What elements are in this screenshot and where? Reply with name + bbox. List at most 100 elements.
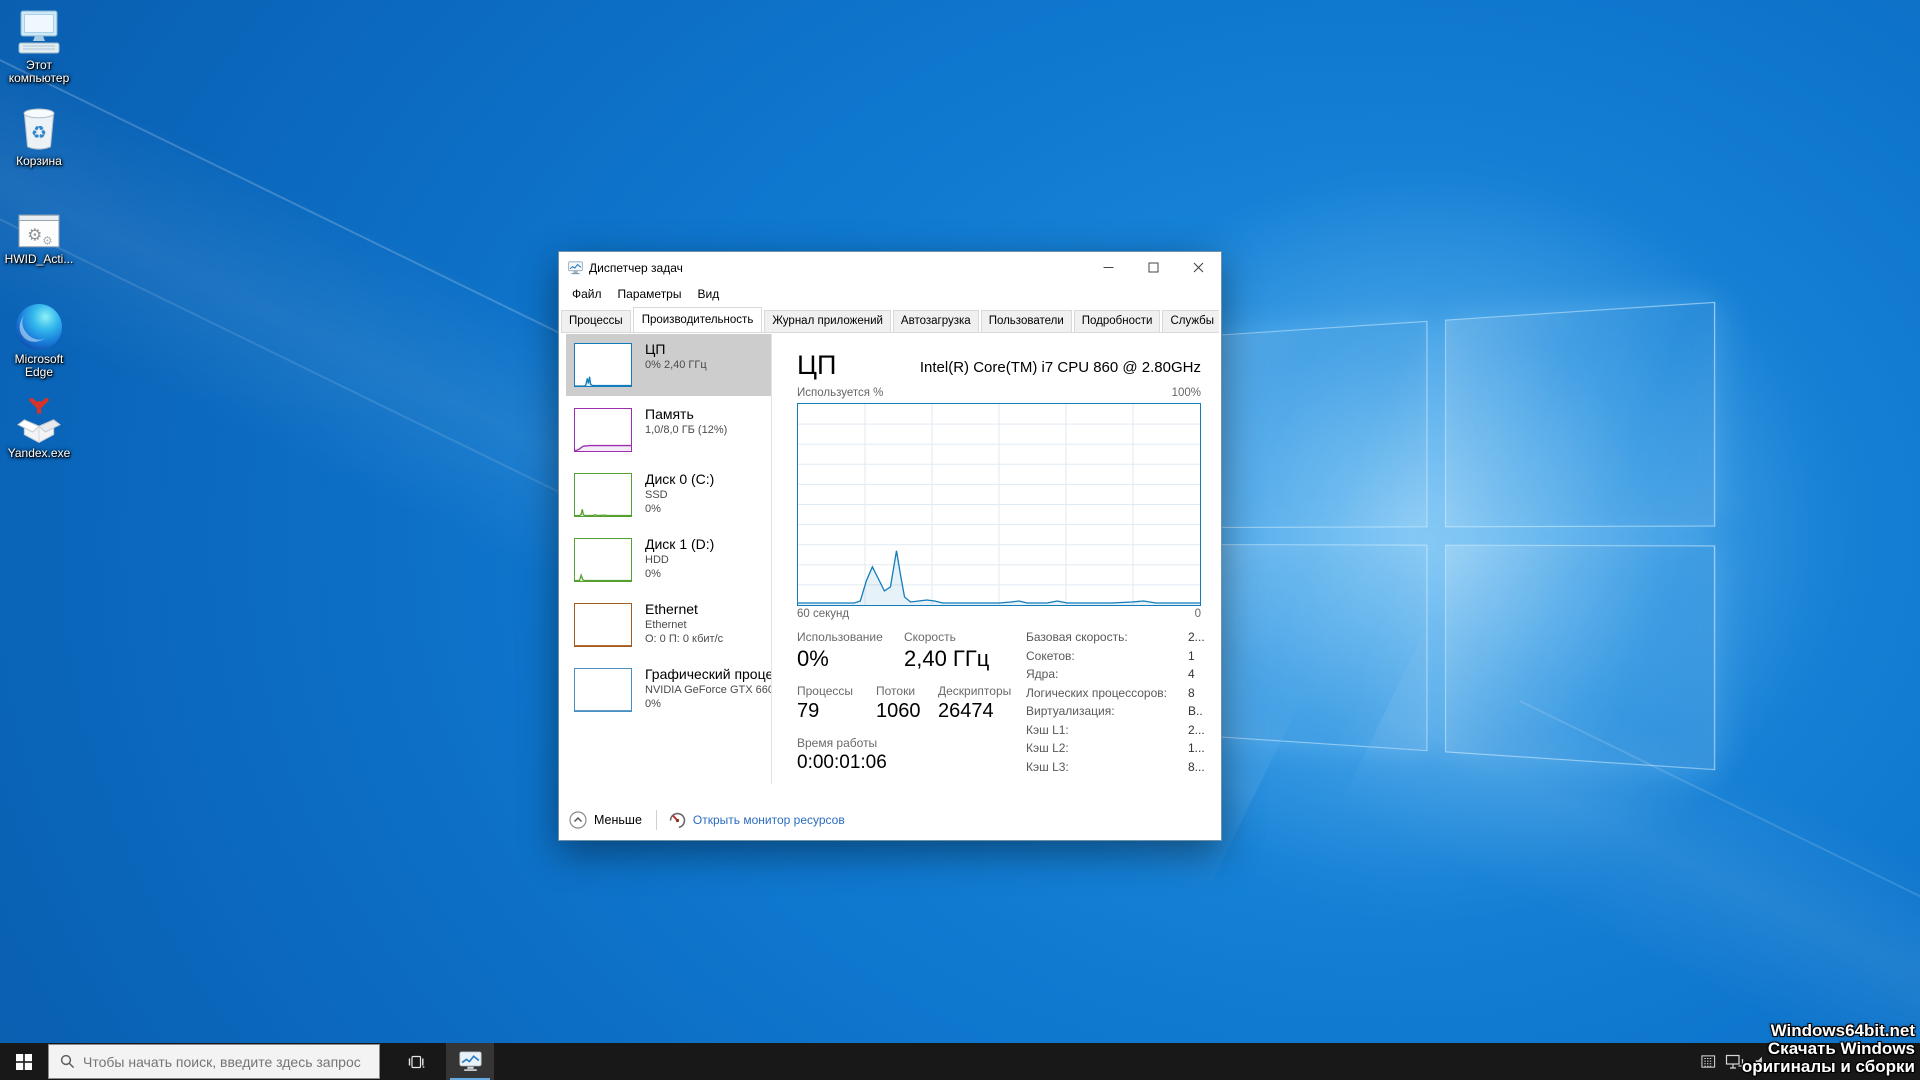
kv-value: 2... xyxy=(1188,630,1205,644)
stat-label: Скорость xyxy=(904,630,956,644)
stat-value-speed: 2,40 ГГц xyxy=(904,646,989,672)
sidebar-item-sub: 0% xyxy=(645,502,771,516)
sidebar-item-title: Ethernet xyxy=(645,601,771,618)
open-resource-monitor-link[interactable]: Открыть монитор ресурсов xyxy=(669,812,845,829)
kv-value: 8... xyxy=(1188,760,1205,774)
sidebar-item-title: Графический процессор xyxy=(645,666,771,683)
cpu-device-name: Intel(R) Core(TM) i7 CPU 860 @ 2.80GHz xyxy=(920,359,1201,376)
desktop-icon-label: Yandex.exe xyxy=(0,447,78,460)
windows-logo-pane xyxy=(1198,544,1428,751)
kv-row: Ядра: 4 xyxy=(1026,667,1201,685)
sidebar-item-title: Диск 1 (D:) xyxy=(645,536,771,553)
desktop-icon-yandex[interactable]: Yandex.exe xyxy=(0,398,78,460)
desktop-icon-edge[interactable]: Microsoft Edge xyxy=(0,304,78,379)
touch-keyboard-icon[interactable] xyxy=(1701,1054,1716,1069)
desktop-icon-label: Microsoft Edge xyxy=(0,353,78,379)
menu-file[interactable]: Файл xyxy=(564,285,610,303)
kv-label: Логических процессоров: xyxy=(1026,686,1167,700)
cpu-mini-chart xyxy=(574,343,632,387)
disk0-mini-chart xyxy=(574,473,632,517)
this-pc-icon xyxy=(0,10,78,56)
task-manager-window: Диспетчер задач Файл Параметры Вид Проце… xyxy=(558,251,1222,841)
kv-value: 4 xyxy=(1188,667,1195,681)
window-footer: Меньше Открыть монитор ресурсов xyxy=(559,802,1221,840)
maximize-button[interactable] xyxy=(1131,252,1176,283)
cpu-detail-pane: ЦП Intel(R) Core(TM) i7 CPU 860 @ 2.80GH… xyxy=(797,340,1201,788)
menu-options[interactable]: Параметры xyxy=(610,285,690,303)
yandex-box-icon xyxy=(0,398,78,444)
desktop-icon-this-pc[interactable]: Этот компьютер xyxy=(0,10,78,85)
windows-logo-pane xyxy=(1445,302,1715,528)
tab-app-history[interactable]: Журнал приложений xyxy=(764,310,891,332)
ethernet-mini-chart xyxy=(574,603,632,647)
kv-value: 2... xyxy=(1188,723,1205,737)
sidebar-item-title: Диск 0 (C:) xyxy=(645,471,771,488)
tab-startup[interactable]: Автозагрузка xyxy=(893,310,979,332)
close-button[interactable] xyxy=(1176,252,1221,283)
app-window-gears-icon: ⚙ ⚙ xyxy=(0,212,78,250)
kv-row: Кэш L1: 2... xyxy=(1026,723,1201,741)
kv-row: Кэш L3: 8... xyxy=(1026,760,1201,778)
kv-label: Виртуализация: xyxy=(1026,704,1115,718)
task-view-icon xyxy=(407,1054,425,1070)
sidebar-item-disk0[interactable]: Диск 0 (C:) SSD 0% xyxy=(566,464,771,526)
stat-label: Процессы xyxy=(797,684,853,698)
taskbar-search[interactable] xyxy=(48,1044,380,1079)
windows-logo xyxy=(1198,302,1715,770)
minimize-button[interactable] xyxy=(1086,252,1131,283)
desktop-icon-recycle-bin[interactable]: ♻ Корзина xyxy=(0,104,78,168)
tab-users[interactable]: Пользователи xyxy=(981,310,1072,332)
tab-performance[interactable]: Производительность xyxy=(633,307,763,333)
taskbar-task-manager-button[interactable] xyxy=(446,1043,494,1080)
sidebar-item-memory[interactable]: Память 1,0/8,0 ГБ (12%) xyxy=(566,399,771,461)
search-icon xyxy=(60,1054,75,1069)
sidebar-item-ethernet[interactable]: Ethernet Ethernet О: 0 П: 0 кбит/с xyxy=(566,594,771,656)
titlebar[interactable]: Диспетчер задач xyxy=(559,252,1221,283)
watermark-line: Скачать Windows xyxy=(1742,1040,1915,1058)
stat-value-processes: 79 xyxy=(797,700,819,723)
tab-services[interactable]: Службы xyxy=(1162,310,1219,332)
menu-view[interactable]: Вид xyxy=(689,285,727,303)
chevron-up-circle-icon xyxy=(569,811,587,829)
sidebar-item-gpu[interactable]: Графический процессор NVIDIA GeForce GTX… xyxy=(566,659,771,721)
task-view-button[interactable] xyxy=(392,1043,440,1080)
sidebar-item-sub: 0% 2,40 ГГц xyxy=(645,358,771,372)
stat-label: Время работы xyxy=(797,736,877,750)
sidebar-item-title: ЦП xyxy=(645,341,771,358)
desktop-icon-label: Этот компьютер xyxy=(0,59,78,85)
desktop-icon-hwid[interactable]: ⚙ ⚙ HWID_Acti... xyxy=(0,212,78,266)
stat-label: Дескрипторы xyxy=(938,684,1011,698)
stat-label: Потоки xyxy=(876,684,915,698)
kv-label: Ядра: xyxy=(1026,667,1058,681)
sidebar-item-sub: 0% xyxy=(645,567,771,581)
sidebar-item-disk1[interactable]: Диск 1 (D:) HDD 0% xyxy=(566,529,771,591)
disk1-mini-chart xyxy=(574,538,632,582)
chart-xlabel-left: 60 секунд xyxy=(797,608,849,620)
sidebar-item-sub: SSD xyxy=(645,488,771,502)
watermark-line: Windows64bit.net xyxy=(1742,1022,1915,1040)
search-input[interactable] xyxy=(83,1054,363,1070)
kv-label: Кэш L1: xyxy=(1026,723,1069,737)
sidebar-item-title: Память xyxy=(645,406,771,423)
desktop: Этот компьютер ♻ Корзина ⚙ ⚙ HWID_Acti..… xyxy=(0,0,1920,1080)
tab-processes[interactable]: Процессы xyxy=(561,310,631,332)
tab-details[interactable]: Подробности xyxy=(1074,310,1161,332)
start-button[interactable] xyxy=(0,1043,48,1080)
sidebar-item-sub: О: 0 П: 0 кбит/с xyxy=(645,632,771,646)
svg-text:⚙: ⚙ xyxy=(42,236,52,248)
chart-ymax: 100% xyxy=(1172,387,1201,399)
window-title: Диспетчер задач xyxy=(589,261,683,275)
kv-value: 1... xyxy=(1188,741,1205,755)
stat-value-uptime: 0:00:01:06 xyxy=(797,752,887,774)
footer-separator xyxy=(656,810,657,830)
task-manager-icon xyxy=(459,1051,482,1072)
sidebar-item-cpu[interactable]: ЦП 0% 2,40 ГГц xyxy=(566,334,771,396)
cpu-stats: Использование Скорость 0% 2,40 ГГц Проце… xyxy=(797,628,1201,788)
watermark: Windows64bit.net Скачать Windows оригина… xyxy=(1742,1022,1915,1076)
desktop-icon-label: HWID_Acti... xyxy=(0,253,78,266)
sidebar-item-sub: NVIDIA GeForce GTX 660 xyxy=(645,683,771,697)
sidebar-item-sub: 1,0/8,0 ГБ (12%) xyxy=(645,423,771,437)
collapse-button[interactable]: Меньше xyxy=(569,811,642,829)
chart-ylabel: Используется % xyxy=(797,387,883,399)
watermark-line: оригиналы и сборки xyxy=(1742,1058,1915,1076)
